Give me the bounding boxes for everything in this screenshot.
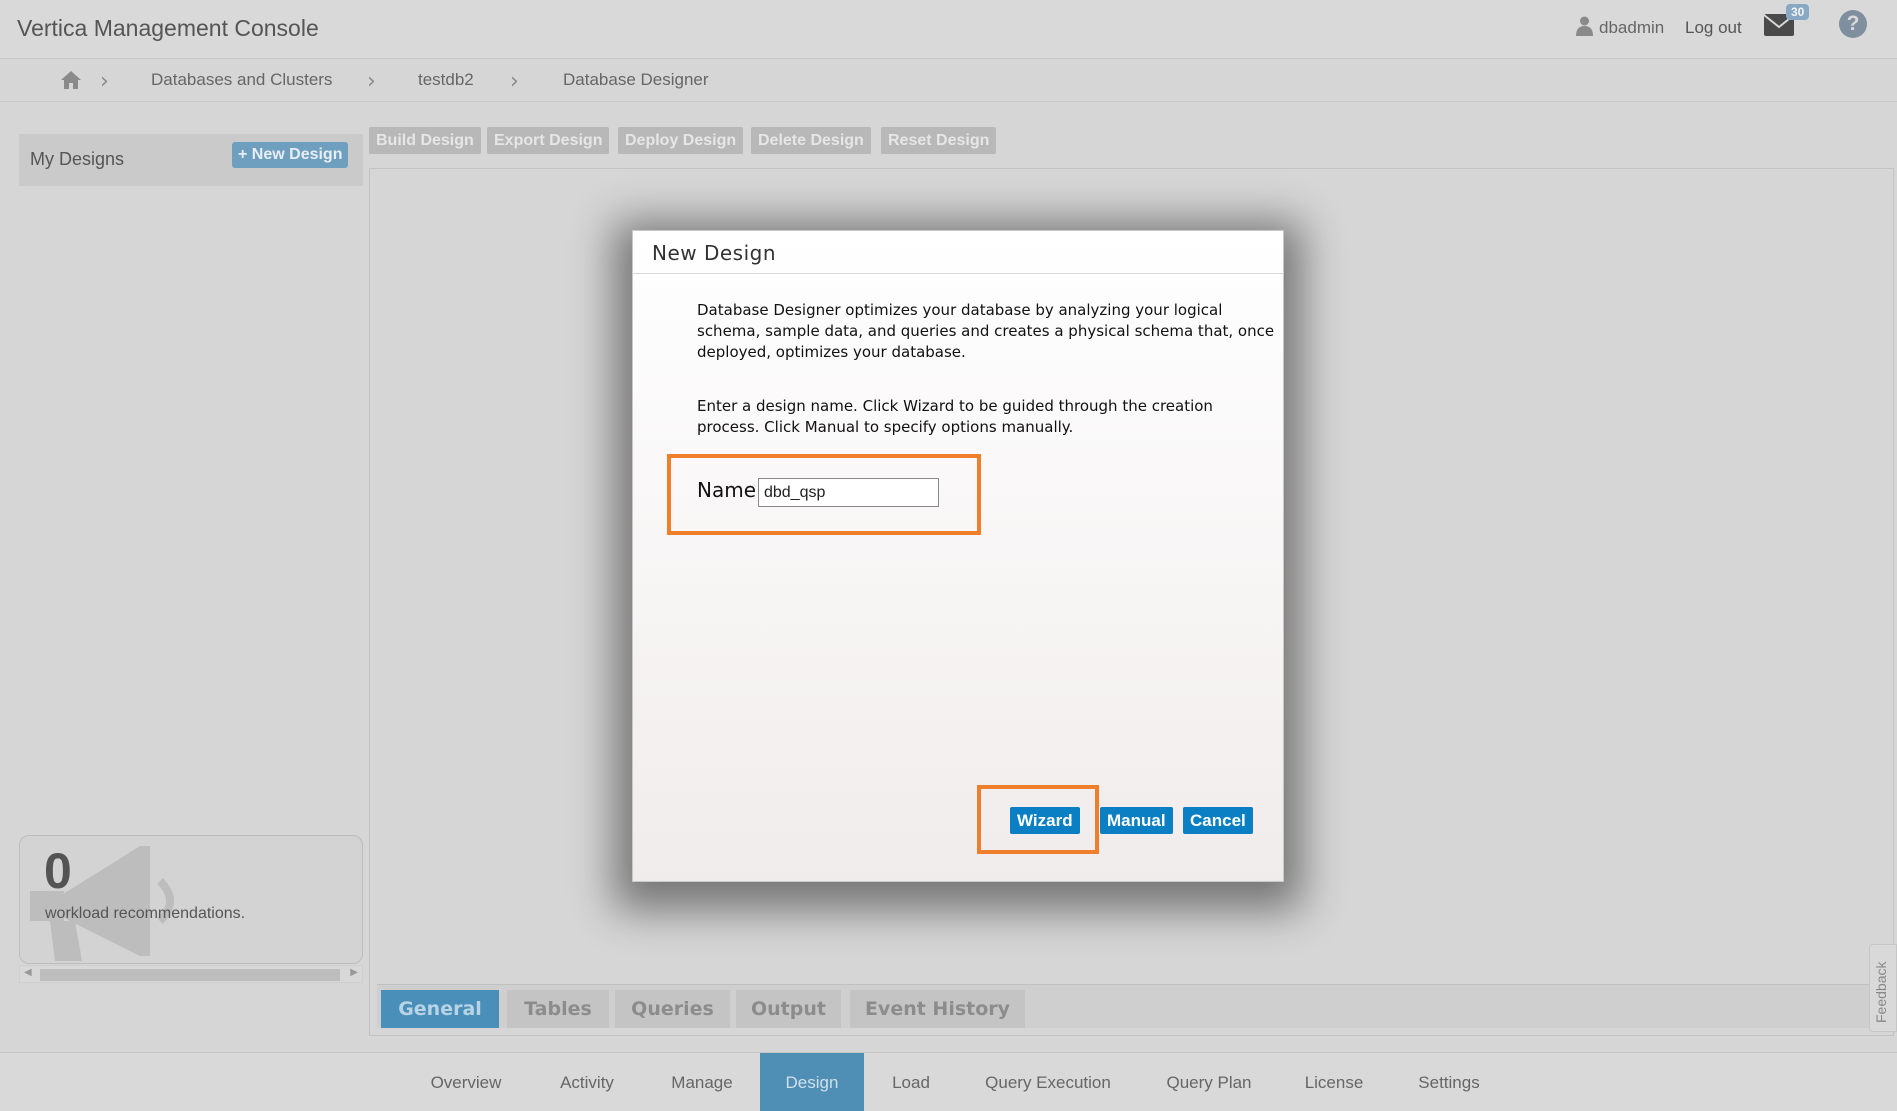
deploy-design-button[interactable]: Deploy Design — [618, 127, 744, 154]
dialog-title: New Design — [652, 241, 777, 265]
help-icon[interactable]: ? — [1839, 10, 1867, 38]
breadcrumb: › Databases and Clusters › testdb2 › Dat… — [0, 58, 1897, 102]
app-title: Vertica Management Console — [17, 15, 319, 41]
bottom-nav: Overview Activity Manage Design Load Que… — [0, 1052, 1897, 1111]
scroll-left-icon[interactable]: ◀ — [24, 967, 32, 978]
manual-button[interactable]: Manual — [1100, 807, 1173, 834]
dialog-instructions: Enter a design name. Click Wizard to be … — [697, 397, 1213, 436]
tab-queries[interactable]: Queries — [615, 990, 730, 1028]
feedback-label: Feedback — [1873, 961, 1889, 1023]
export-design-button[interactable]: Export Design — [487, 127, 610, 154]
breadcrumb-databases-and-clusters[interactable]: Databases and Clusters — [151, 70, 332, 90]
scroll-right-icon[interactable]: ▶ — [350, 967, 358, 978]
user-icon — [1576, 16, 1593, 36]
scrollbar-thumb[interactable] — [40, 969, 340, 981]
nav-overview[interactable]: Overview — [415, 1053, 517, 1111]
dialog-description: Database Designer optimizes your databas… — [697, 301, 1275, 361]
home-icon[interactable] — [60, 70, 82, 90]
name-label: Name: — [697, 478, 763, 502]
breadcrumb-separator: › — [367, 69, 376, 94]
breadcrumb-separator: › — [510, 69, 519, 94]
workload-recommendations-panel[interactable]: 0 workload recommendations. — [19, 835, 363, 964]
build-design-button[interactable]: Build Design — [369, 127, 481, 154]
nav-query-execution[interactable]: Query Execution — [970, 1053, 1126, 1111]
my-designs-header: My Designs + New Design — [19, 134, 363, 186]
tab-output[interactable]: Output — [736, 990, 841, 1028]
nav-activity[interactable]: Activity — [541, 1053, 633, 1111]
logout-link[interactable]: Log out — [1685, 18, 1742, 38]
design-tabs: General Tables Queries Output Event Hist… — [377, 984, 1877, 1028]
recommendation-count: 0 — [44, 843, 72, 899]
nav-design[interactable]: Design — [760, 1053, 864, 1111]
design-name-input[interactable] — [758, 478, 939, 507]
wizard-button[interactable]: Wizard — [1010, 807, 1080, 834]
nav-query-plan[interactable]: Query Plan — [1150, 1053, 1268, 1111]
breadcrumb-testdb2[interactable]: testdb2 — [418, 70, 474, 90]
tab-general[interactable]: General — [381, 990, 499, 1028]
feedback-tab[interactable]: Feedback — [1869, 944, 1897, 1032]
sidebar-scrollbar[interactable]: ◀ ▶ — [19, 965, 363, 983]
reset-design-button[interactable]: Reset Design — [881, 127, 997, 154]
breadcrumb-separator: › — [100, 69, 109, 94]
top-bar: Vertica Management Console dbadmin Log o… — [0, 0, 1897, 58]
nav-license[interactable]: License — [1290, 1053, 1378, 1111]
cancel-button[interactable]: Cancel — [1183, 807, 1253, 834]
nav-manage[interactable]: Manage — [657, 1053, 747, 1111]
nav-load[interactable]: Load — [873, 1053, 949, 1111]
delete-design-button[interactable]: Delete Design — [751, 127, 871, 154]
tab-event-history[interactable]: Event History — [850, 990, 1025, 1028]
mail-count-badge: 30 — [1786, 4, 1810, 20]
new-design-button[interactable]: + New Design — [232, 142, 349, 168]
my-designs-title: My Designs — [30, 149, 125, 169]
nav-settings[interactable]: Settings — [1401, 1053, 1497, 1111]
user-name[interactable]: dbadmin — [1599, 18, 1664, 38]
dialog-header: New Design — [633, 231, 1283, 274]
tab-tables[interactable]: Tables — [507, 990, 609, 1028]
breadcrumb-database-designer: Database Designer — [563, 70, 709, 89]
new-design-dialog: New Design Database Designer optimizes y… — [632, 230, 1284, 882]
recommendation-label: workload recommendations. — [45, 905, 246, 922]
